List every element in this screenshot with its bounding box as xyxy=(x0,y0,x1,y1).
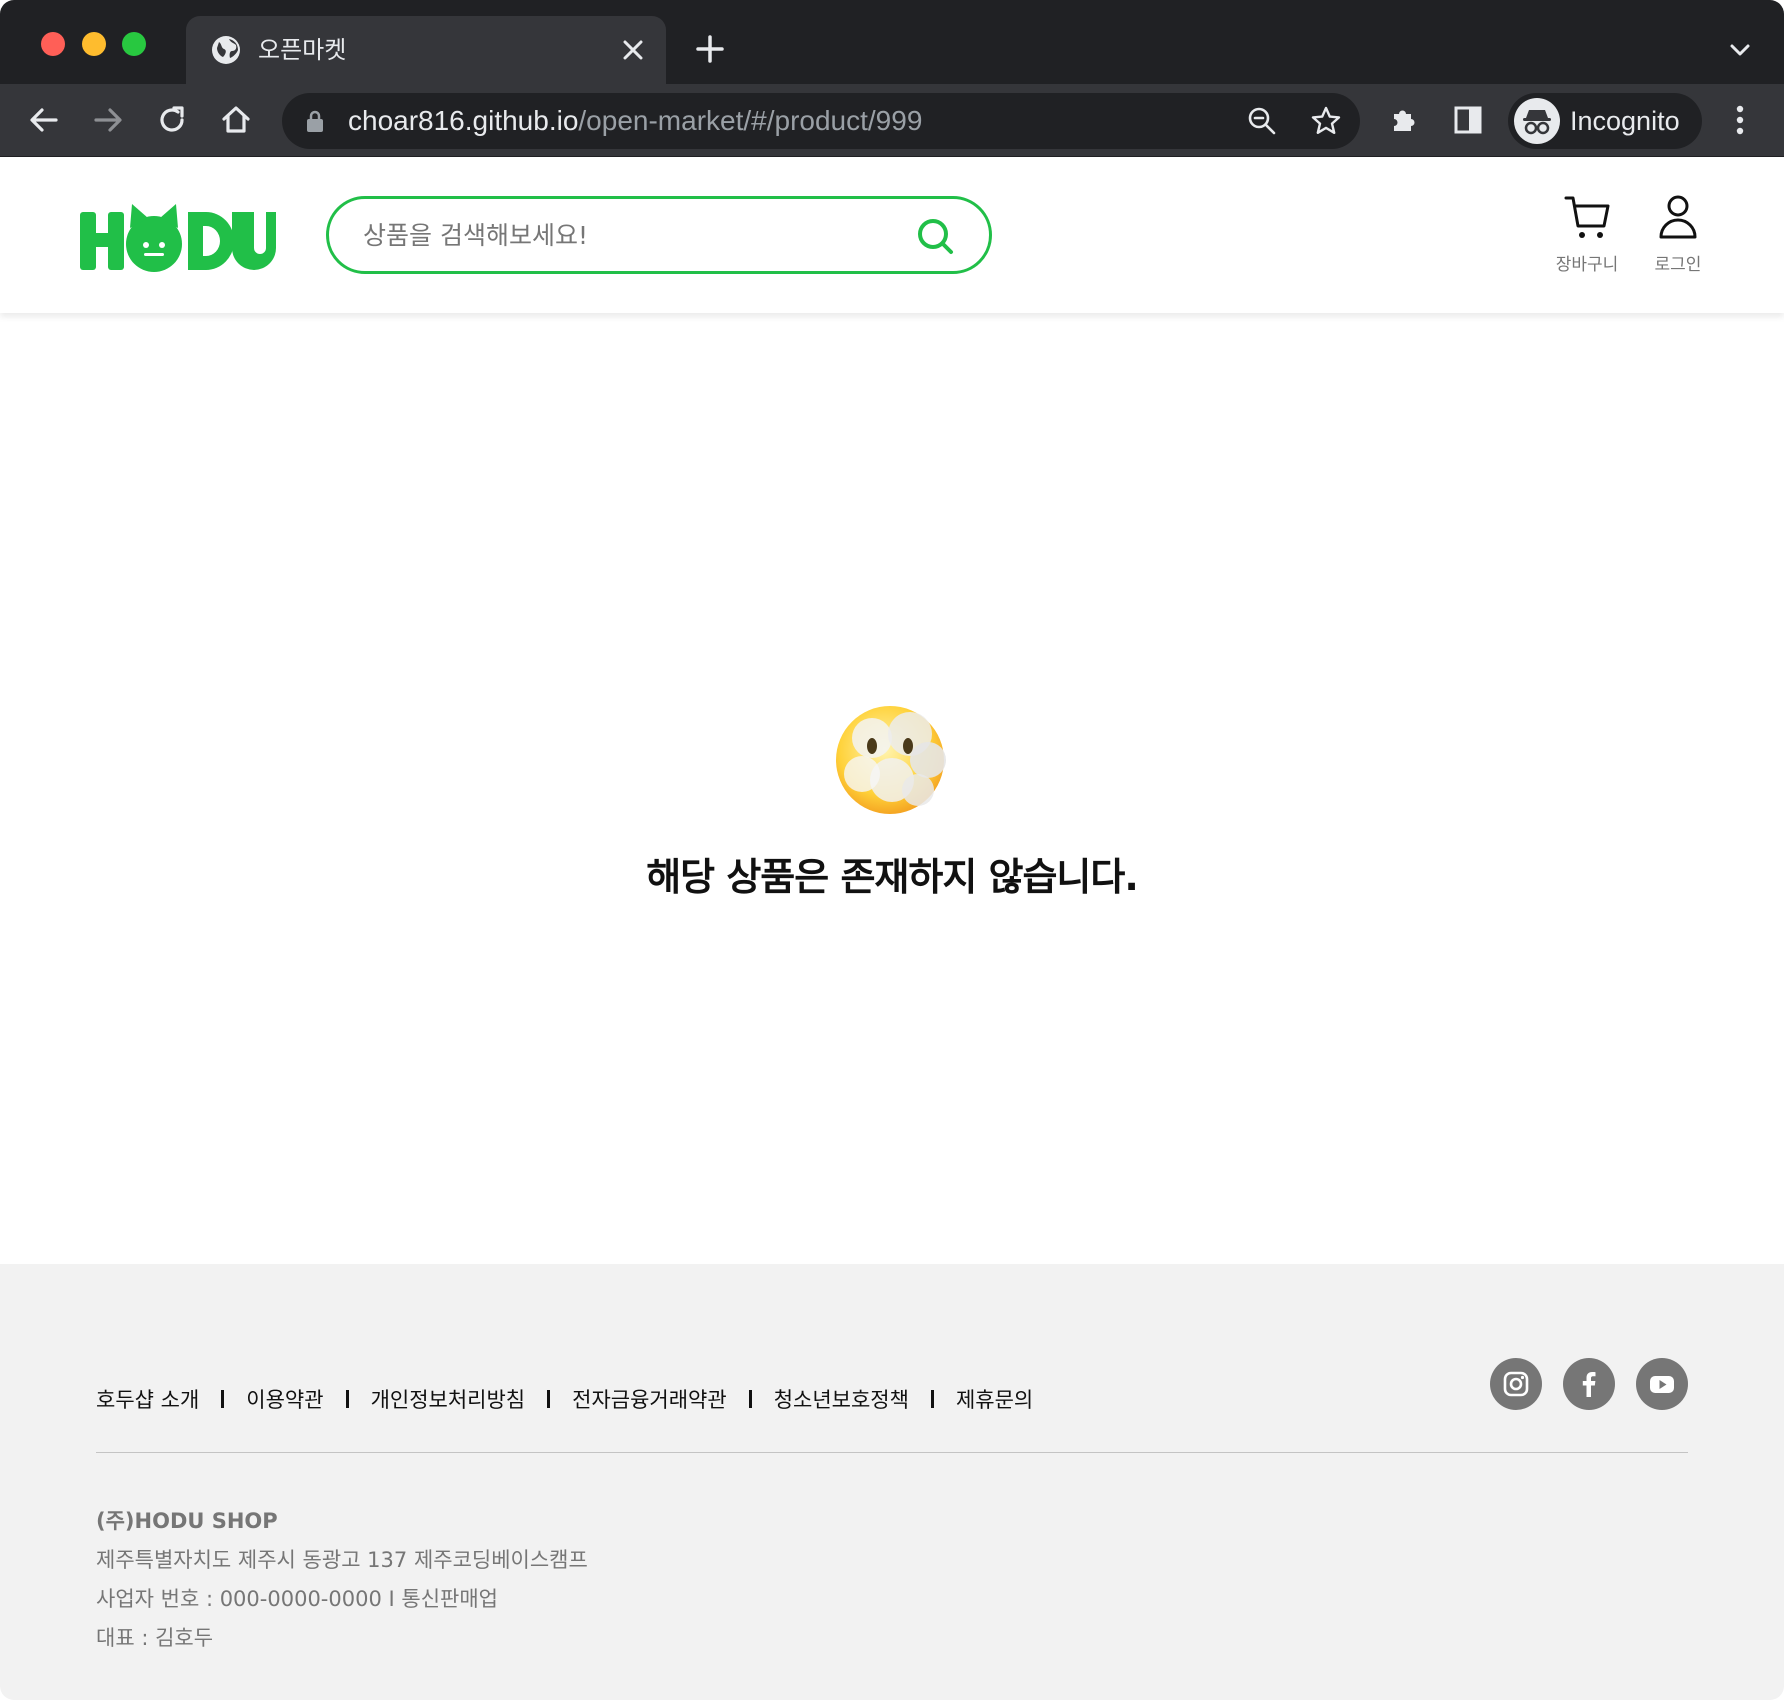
footer-links: 호두샵 소개 이용약관 개인정보처리방침 전자금융거래약관 청소년보호정책 제휴… xyxy=(96,1384,1033,1414)
search-bar xyxy=(326,196,992,274)
link-divider xyxy=(930,1390,934,1408)
user-icon xyxy=(1659,195,1697,239)
facebook-icon xyxy=(1582,1372,1596,1397)
zoom-out-icon[interactable] xyxy=(1246,105,1278,137)
globe-icon xyxy=(212,36,240,64)
search-icon[interactable] xyxy=(915,216,955,256)
youtube-button[interactable] xyxy=(1636,1358,1688,1410)
instagram-button[interactable] xyxy=(1490,1358,1542,1410)
home-icon[interactable] xyxy=(218,102,254,138)
extensions-puzzle-icon[interactable] xyxy=(1386,102,1422,138)
bookmark-star-icon[interactable] xyxy=(1310,105,1342,137)
incognito-icon xyxy=(1514,98,1560,144)
url-text: choar816.github.io/open-market/#/product… xyxy=(348,105,923,136)
browser-window: 오픈마켓 choar816.github.io/open-market/#/pr… xyxy=(0,0,1784,1700)
site-header: 장바구니 로그인 xyxy=(0,158,1784,313)
footer-link-terms[interactable]: 이용약관 xyxy=(246,1384,323,1414)
footer-divider xyxy=(96,1452,1688,1453)
back-arrow-icon[interactable] xyxy=(26,102,62,138)
not-found-section: 해당 상품은 존재하지 않습니다. xyxy=(0,698,1784,901)
lock-icon[interactable] xyxy=(304,108,326,134)
face-in-clouds-emoji-icon xyxy=(836,706,946,814)
link-divider xyxy=(345,1390,349,1408)
link-divider xyxy=(748,1390,752,1408)
address-bar[interactable]: choar816.github.io/open-market/#/product… xyxy=(282,93,1360,149)
tab-bar: 오픈마켓 xyxy=(0,0,1784,84)
ceo-name: 대표 : 김호두 xyxy=(96,1626,214,1650)
facebook-button[interactable] xyxy=(1563,1358,1615,1410)
company-address: 제주특별자치도 제주시 동광고 137 제주코딩베이스캠프 xyxy=(96,1548,588,1572)
minimize-window-button[interactable] xyxy=(82,32,106,56)
footer-link-partnership[interactable]: 제휴문의 xyxy=(956,1384,1033,1414)
chevron-down-icon[interactable] xyxy=(1726,36,1754,64)
not-found-message: 해당 상품은 존재하지 않습니다. xyxy=(646,855,1139,899)
forward-arrow-icon[interactable] xyxy=(90,102,126,138)
footer-link-e-finance[interactable]: 전자금융거래약관 xyxy=(572,1384,727,1414)
cart-label: 장바구니 xyxy=(1555,255,1619,275)
new-tab-icon[interactable] xyxy=(694,33,726,65)
login-label: 로그인 xyxy=(1654,255,1702,275)
link-divider xyxy=(221,1390,225,1408)
close-window-button[interactable] xyxy=(41,32,65,56)
more-menu-icon[interactable] xyxy=(1724,100,1756,140)
maximize-window-button[interactable] xyxy=(122,32,146,56)
instagram-icon xyxy=(1503,1371,1529,1397)
reload-icon[interactable] xyxy=(154,102,190,138)
side-panel-icon[interactable] xyxy=(1450,102,1486,138)
browser-tab[interactable]: 오픈마켓 xyxy=(186,16,666,84)
company-name: (주)HODU SHOP xyxy=(96,1509,278,1533)
company-info: (주)HODU SHOP 제주특별자치도 제주시 동광고 137 제주코딩베이스… xyxy=(96,1502,588,1658)
incognito-profile-button[interactable]: Incognito xyxy=(1508,93,1702,149)
close-tab-icon[interactable] xyxy=(620,37,646,63)
youtube-icon xyxy=(1650,1376,1674,1393)
business-number: 사업자 번호 : 000-0000-0000 I 통신판매업 xyxy=(96,1587,498,1611)
shopping-cart-icon xyxy=(1564,196,1610,238)
footer-link-youth[interactable]: 청소년보호정책 xyxy=(774,1384,909,1414)
cart-button[interactable]: 장바구니 xyxy=(1542,192,1632,282)
login-button[interactable]: 로그인 xyxy=(1633,192,1723,282)
browser-toolbar: choar816.github.io/open-market/#/product… xyxy=(0,84,1784,157)
search-input[interactable] xyxy=(363,213,903,257)
tab-title: 오픈마켓 xyxy=(258,36,347,64)
footer-link-privacy[interactable]: 개인정보처리방침 xyxy=(371,1384,526,1414)
hodu-logo[interactable] xyxy=(78,202,280,274)
web-page: 장바구니 로그인 xyxy=(0,158,1784,1700)
site-footer: 호두샵 소개 이용약관 개인정보처리방침 전자금융거래약관 청소년보호정책 제휴… xyxy=(0,1264,1784,1700)
footer-link-about[interactable]: 호두샵 소개 xyxy=(96,1384,199,1414)
link-divider xyxy=(547,1390,551,1408)
